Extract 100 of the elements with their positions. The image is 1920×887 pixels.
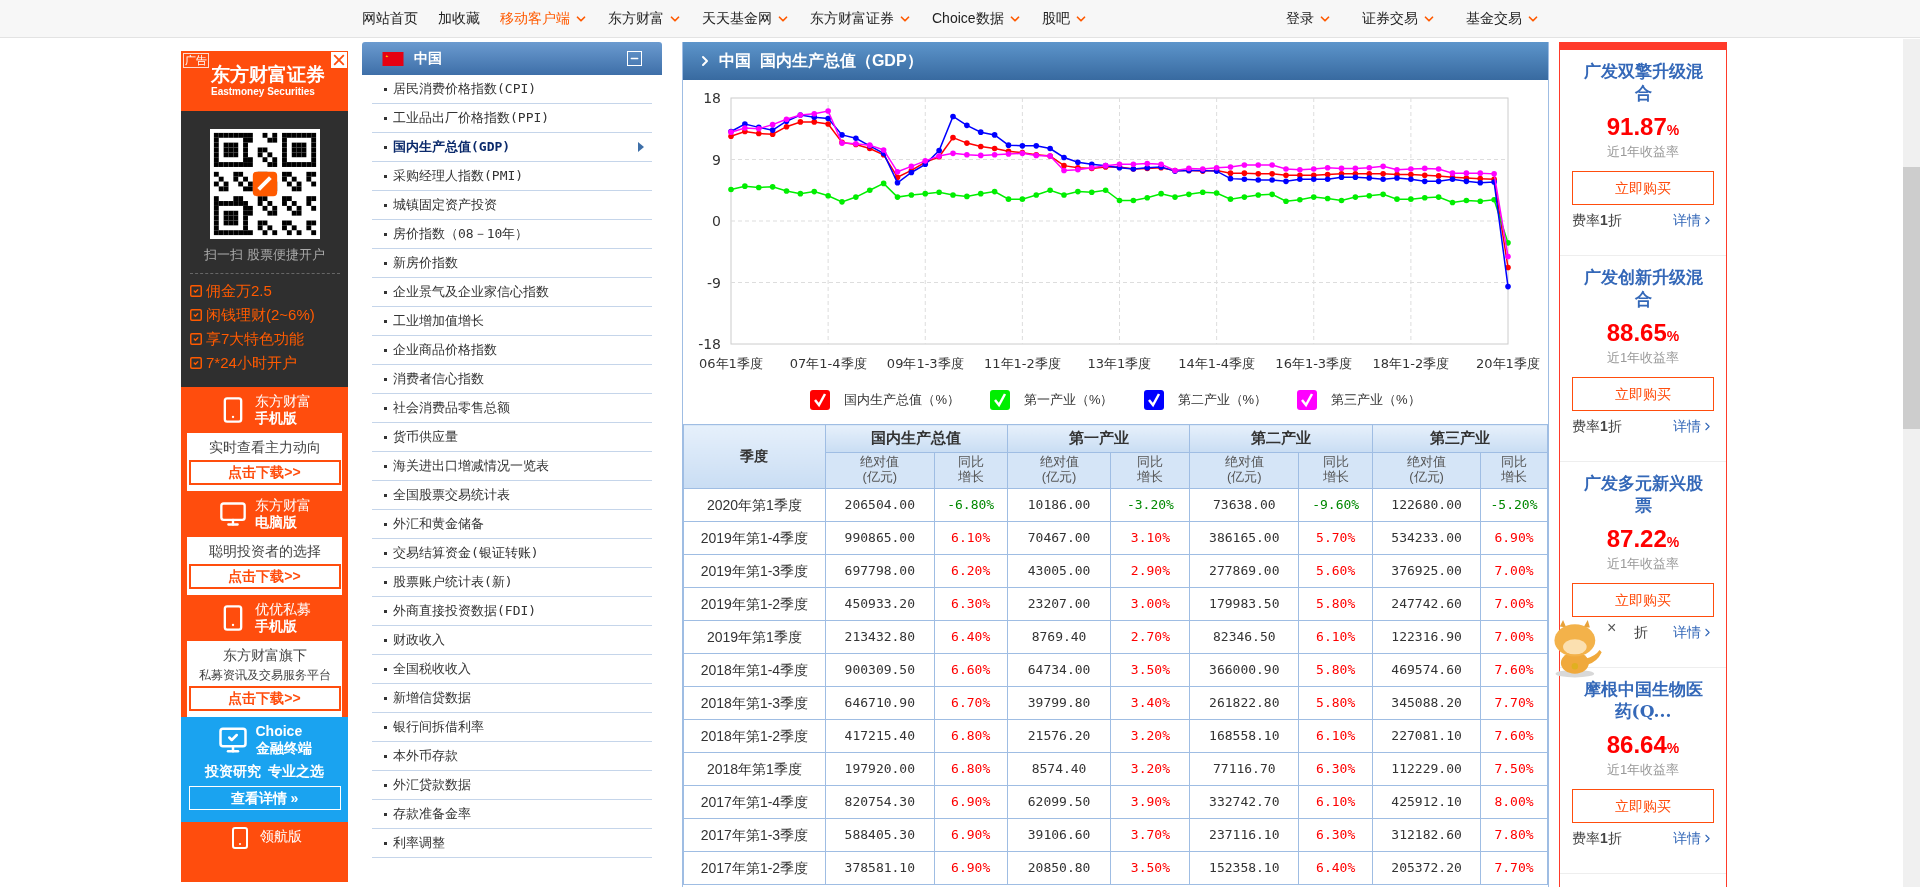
details-link[interactable]: 详情 xyxy=(1673,828,1714,849)
axis-label: 13年1季度 xyxy=(1087,356,1152,371)
sidebar-item[interactable]: 货币供应量 xyxy=(372,423,652,452)
bullet-icon xyxy=(384,493,387,497)
legend-checkbox-icon[interactable] xyxy=(810,390,831,410)
nav-link[interactable]: 基金交易 xyxy=(1466,8,1540,29)
fund-name[interactable]: 摩根中国生物医药(Q... xyxy=(1578,678,1708,722)
table-cell: 122316.90 xyxy=(1372,620,1481,654)
nav-link[interactable]: 天天基金网 xyxy=(702,8,790,29)
axis-label: 14年1-4季度 xyxy=(1178,356,1255,371)
table-cell: 64734.00 xyxy=(1007,653,1111,687)
sidebar-item[interactable]: 采购经理人指数(PMI) xyxy=(372,162,652,191)
nav-link[interactable]: 东方财富证券 xyxy=(810,8,912,29)
sidebar-item[interactable]: 全国税收收入 xyxy=(372,655,652,684)
sidebar-item[interactable]: 企业景气及企业家信心指数 xyxy=(372,278,652,307)
table-cell: 197920.00 xyxy=(825,752,935,786)
sidebar-item[interactable]: 财政收入 xyxy=(372,626,652,655)
bullet-icon xyxy=(384,638,387,642)
sidebar-item[interactable]: 企业商品价格指数 xyxy=(372,336,652,365)
sidebar-item[interactable]: 房价指数（08－10年） xyxy=(372,220,652,249)
table-cell: 312182.60 xyxy=(1372,818,1481,852)
collapse-icon[interactable] xyxy=(627,51,642,66)
sidebar-item[interactable]: 外汇和黄金储备 xyxy=(372,510,652,539)
close-icon[interactable]: × xyxy=(1607,620,1617,636)
scrollbar[interactable] xyxy=(1903,39,1920,887)
axis-label: 09年1-3季度 xyxy=(886,356,964,371)
scan-caption: 扫一扫 股票便捷开户 xyxy=(204,246,325,264)
axis-label: 9 xyxy=(712,151,721,168)
bullet-icon xyxy=(384,232,387,236)
sidebar-item[interactable]: 新房价指数 xyxy=(372,249,652,278)
table-cell: 277869.00 xyxy=(1189,554,1299,588)
table-cell: 646710.90 xyxy=(825,686,935,720)
arrow-icon xyxy=(638,142,644,152)
axis-label: 18 xyxy=(703,90,721,106)
nav-link[interactable]: 股吧 xyxy=(1041,8,1088,29)
sidebar-item[interactable]: 交易结算资金(银证转账) xyxy=(372,539,652,568)
sidebar-item[interactable]: 海关进出口增减情况一览表 xyxy=(372,452,652,481)
sidebar-item[interactable]: 工业品出厂价格指数(PPI) xyxy=(372,104,652,133)
table-cell: -6.80% xyxy=(934,488,1008,522)
sidebar-item[interactable]: 利率调整 xyxy=(372,829,652,858)
table-cell: 900309.50 xyxy=(825,653,935,687)
fee-text: 费率1折 xyxy=(1572,211,1622,230)
table-cell: 6.20% xyxy=(934,554,1008,588)
nav-link[interactable]: 证券交易 xyxy=(1362,8,1436,29)
bullet-icon xyxy=(384,812,387,816)
details-link[interactable]: 详情 xyxy=(1673,210,1714,231)
ad-badge: 广告 xyxy=(183,53,209,68)
return-label: 近1年收益率 xyxy=(1606,555,1680,573)
sidebar-item[interactable]: 新增信贷数据 xyxy=(372,684,652,713)
legend-checkbox-icon[interactable] xyxy=(989,390,1010,410)
table-cell: 2.90% xyxy=(1111,554,1190,588)
table-cell: 6.10% xyxy=(1298,719,1373,753)
ad-close-icon[interactable] xyxy=(330,51,348,69)
sidebar-item[interactable]: 外汇贷款数据 xyxy=(372,771,652,800)
nav-link[interactable]: 登录 xyxy=(1286,8,1332,29)
table-cell: 5.80% xyxy=(1298,686,1373,720)
bullet-icon xyxy=(384,841,387,845)
nav-link[interactable]: 加收藏 xyxy=(438,8,480,29)
table-cell: 5.80% xyxy=(1298,653,1373,687)
table-cell: 10186.00 xyxy=(1007,488,1111,522)
bullet-icon xyxy=(384,145,387,149)
app-tagline: 聪明投资者的选择 xyxy=(208,542,321,561)
bullet-icon xyxy=(384,406,387,410)
return-label: 近1年收益率 xyxy=(1606,761,1680,779)
column-header: 同比增长 xyxy=(1322,454,1350,484)
sidebar-item[interactable]: 城镇固定资产投资 xyxy=(372,191,652,220)
legend-checkbox-icon[interactable] xyxy=(1143,390,1164,410)
scrollbar-thumb[interactable] xyxy=(1903,167,1920,429)
fund-return: 87.22% xyxy=(1606,526,1680,554)
sidebar-item[interactable]: 股票账户统计表(新) xyxy=(372,568,652,597)
table-cell: 70467.00 xyxy=(1007,521,1111,555)
table-cell: 6.40% xyxy=(1298,851,1373,885)
nav-link[interactable]: Choice数据 xyxy=(932,8,1022,29)
fund-name[interactable]: 广发双擎升级混合 xyxy=(1578,60,1708,104)
table-cell: 3.50% xyxy=(1111,653,1190,687)
table-cell: 6.90% xyxy=(934,785,1008,819)
details-link[interactable]: 详情 xyxy=(1673,416,1714,437)
sidebar-item[interactable]: 国内生产总值(GDP) xyxy=(372,133,652,162)
table-cell: 5.80% xyxy=(1298,587,1373,621)
sidebar-item[interactable]: 消费者信心指数 xyxy=(372,365,652,394)
sidebar-item[interactable]: 存款准备金率 xyxy=(372,800,652,829)
sidebar-item[interactable]: 全国股票交易统计表 xyxy=(372,481,652,510)
sidebar-item[interactable]: 外商直接投资数据(FDI) xyxy=(372,597,652,626)
nav-link[interactable]: 东方财富 xyxy=(608,8,682,29)
bullet-icon xyxy=(384,725,387,729)
legend-checkbox-icon[interactable] xyxy=(1297,390,1318,410)
fund-return: 91.87% xyxy=(1606,114,1680,142)
sidebar-item[interactable]: 社会消费品零售总额 xyxy=(372,394,652,423)
fund-name[interactable]: 广发多元新兴股票 xyxy=(1578,472,1708,516)
details-link[interactable]: 详情 xyxy=(1673,622,1714,643)
nav-link[interactable]: 网站首页 xyxy=(362,8,418,29)
sidebar-item[interactable]: 工业增加值增长 xyxy=(372,307,652,336)
table-cell: 39799.80 xyxy=(1007,686,1111,720)
table-cell: 588405.30 xyxy=(825,818,935,852)
sidebar-item[interactable]: 本外币存款 xyxy=(372,742,652,771)
fund-name[interactable]: 广发创新升级混合 xyxy=(1578,266,1708,310)
table-cell: 261822.80 xyxy=(1189,686,1299,720)
sidebar-item[interactable]: 银行间拆借利率 xyxy=(372,713,652,742)
sidebar-title: 中国 xyxy=(414,49,442,68)
sidebar-item[interactable]: 居民消费价格指数(CPI) xyxy=(372,75,652,104)
